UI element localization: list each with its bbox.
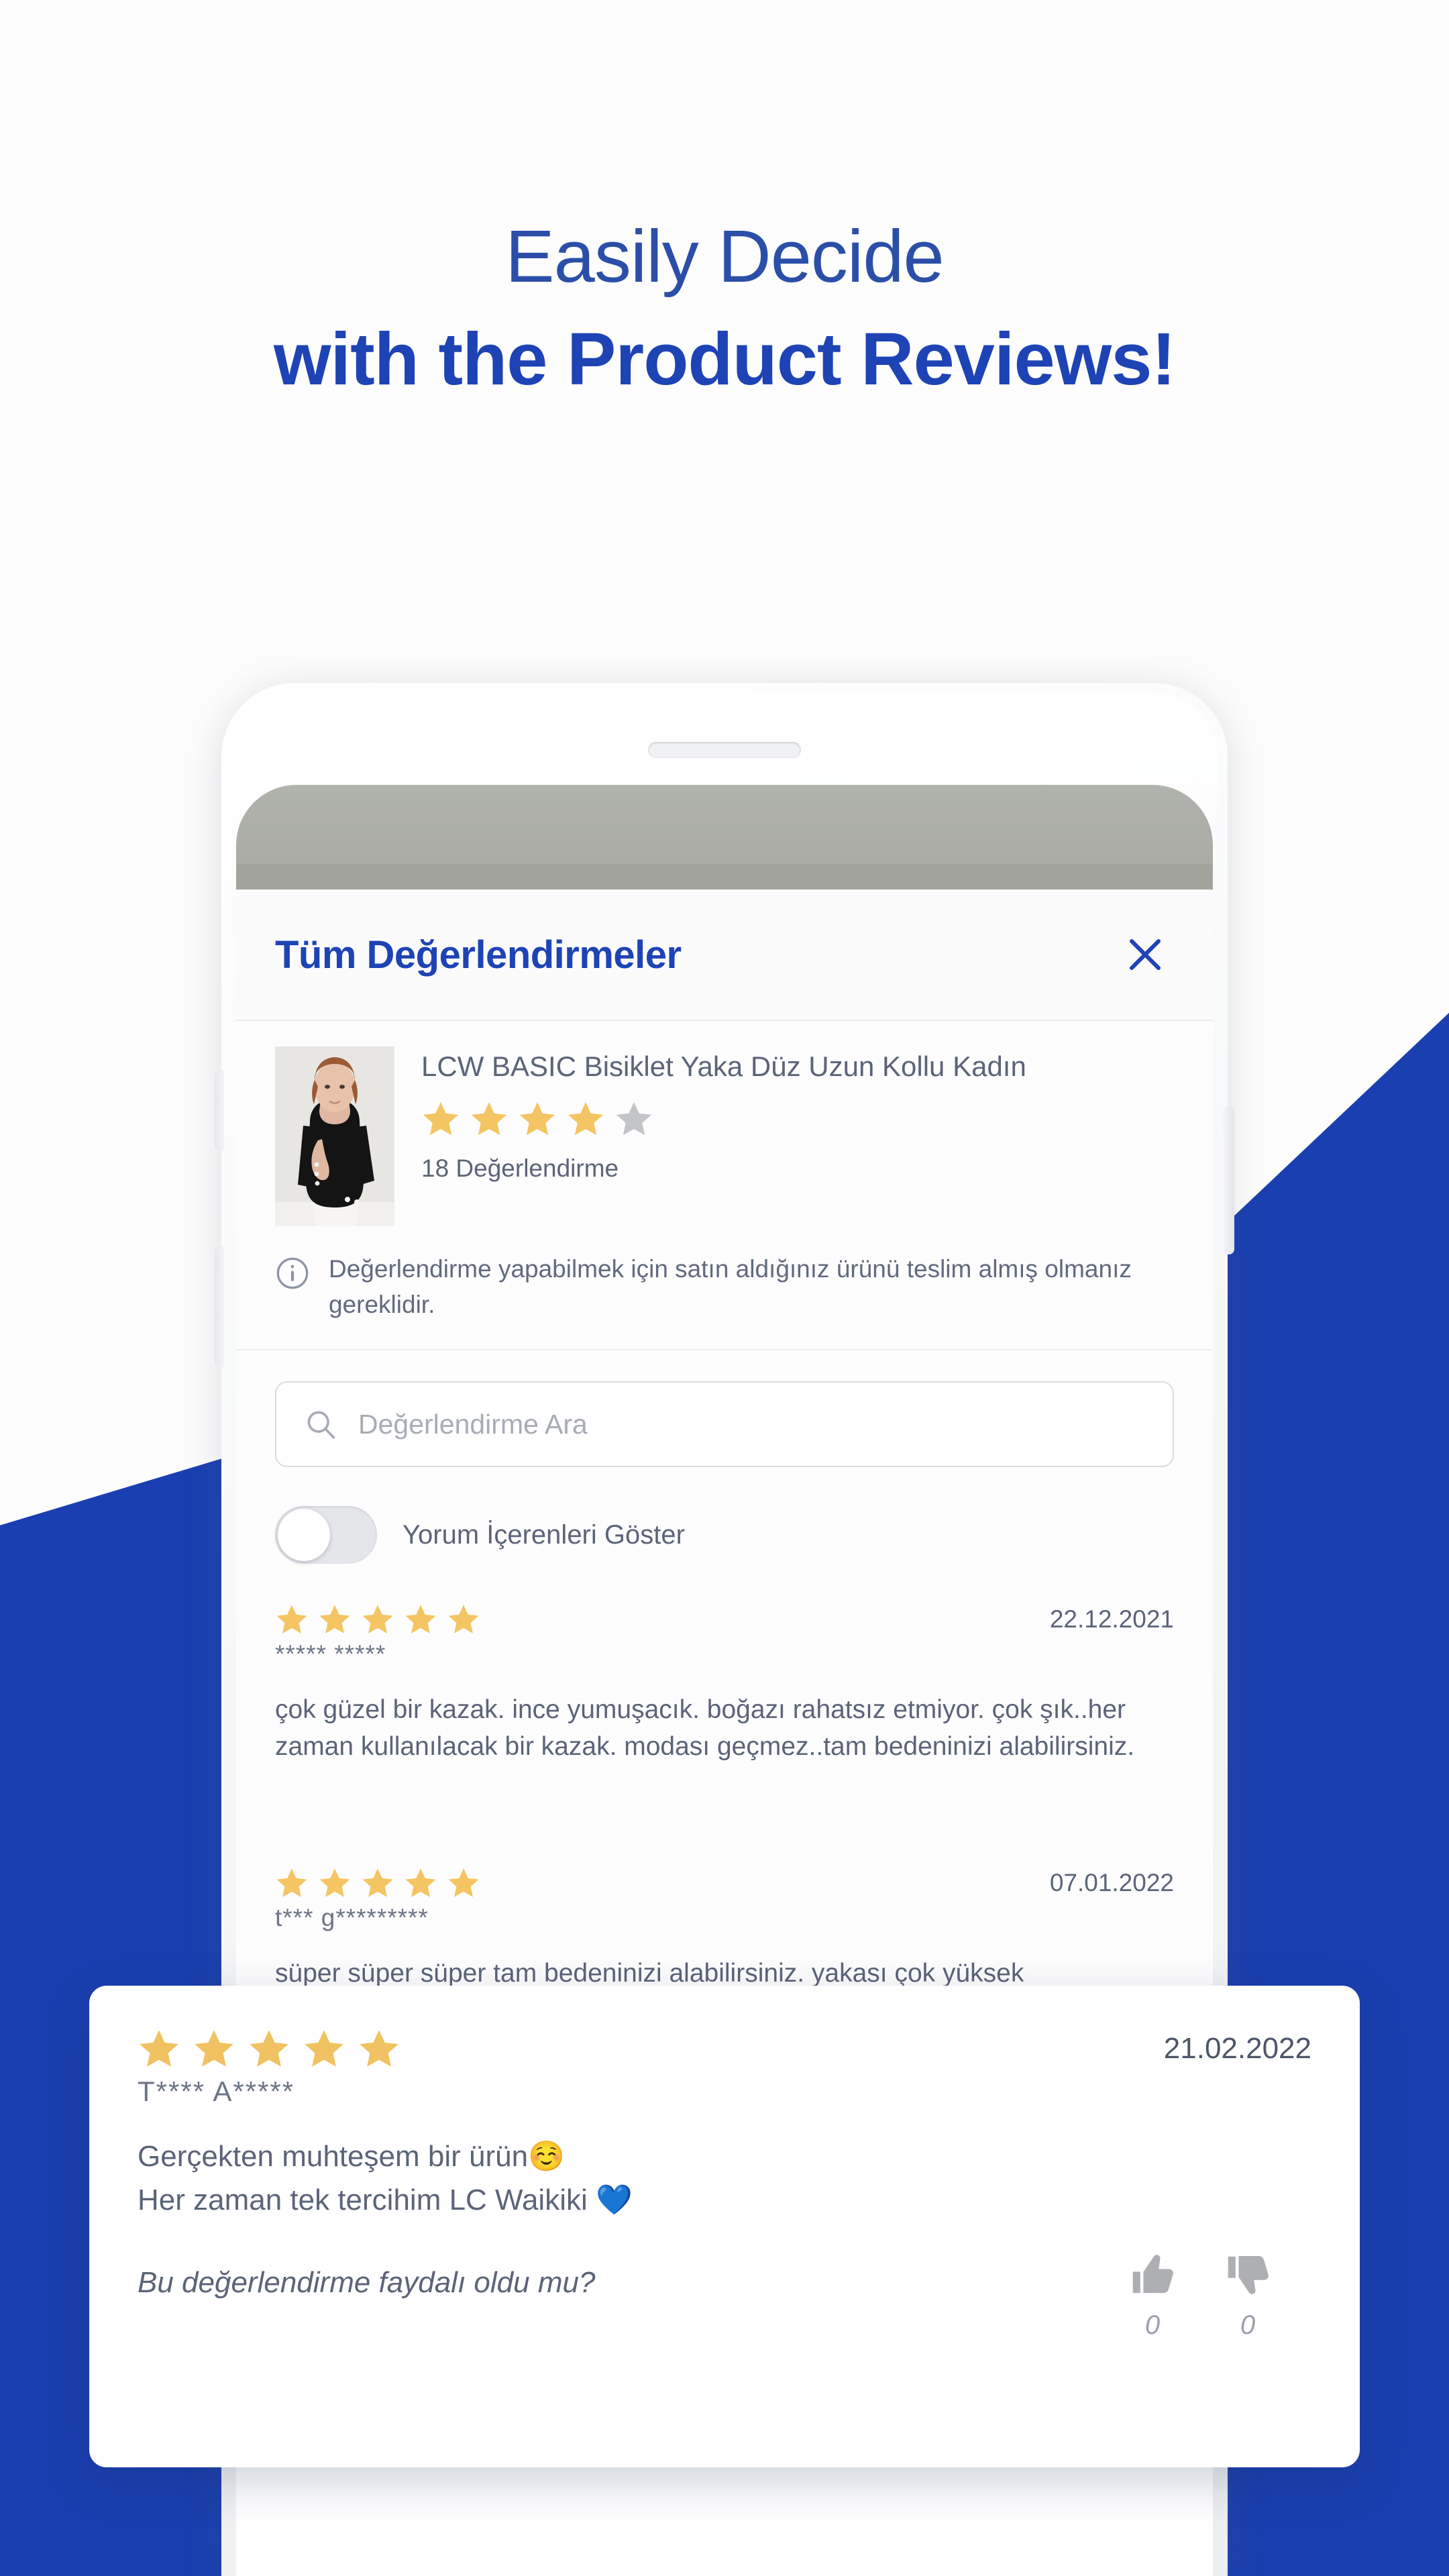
star-icon-filled xyxy=(405,1868,436,1897)
star-icon-filled xyxy=(423,1102,459,1135)
promo-headline: Easily Decide with the Product Reviews! xyxy=(0,215,1449,402)
review-date: 07.01.2022 xyxy=(1049,1868,1174,1896)
star-icon-filled xyxy=(519,1102,555,1135)
search-input[interactable]: Değerlendirme Ara xyxy=(275,1381,1174,1468)
close-icon xyxy=(1130,939,1161,970)
review-count-label: 18 Değerlendirme xyxy=(421,1154,619,1182)
phone-speaker-grille xyxy=(648,742,801,758)
star-icon-filled xyxy=(319,1605,350,1633)
toggle-label: Yorum İçerenleri Göster xyxy=(402,1519,685,1550)
review-eligibility-notice: Değerlendirme yapabilmek için satın aldı… xyxy=(236,1246,1213,1349)
notice-text: Değerlendirme yapabilmek için satın aldı… xyxy=(329,1255,1132,1318)
review-item: 22.12.2021 ***** ***** çok güzel bir kaz… xyxy=(236,1564,1213,1766)
highlighted-review-line-2: Her zaman tek tercihim LC Waikiki 💙 xyxy=(138,2184,633,2217)
page-title: Tüm Değerlendirmeler xyxy=(275,932,682,977)
thumbs-up-icon xyxy=(1132,2255,1173,2294)
star-icon-filled xyxy=(276,1605,307,1633)
thumbs-down-button[interactable]: 0 xyxy=(1223,2250,1273,2341)
phone-power-button[interactable] xyxy=(1224,1107,1234,1254)
highlighted-review-author: T**** A***** xyxy=(138,2076,295,2107)
star-icon-filled xyxy=(195,2030,233,2067)
close-button[interactable] xyxy=(1115,924,1175,985)
highlighted-review-header: 21.02.2022 xyxy=(138,2027,1311,2070)
review-rating-stars xyxy=(275,1866,480,1900)
thumbs-down-count: 0 xyxy=(1240,2310,1256,2341)
highlighted-review-line-1: Gerçekten muhteşem bir ürün☺️ xyxy=(138,2140,565,2173)
promo-screenshot: Easily Decide with the Product Reviews! … xyxy=(0,0,1449,2576)
product-name: LCW BASIC Bisiklet Yaka Düz Uzun Kollu K… xyxy=(421,1051,1026,1082)
headline-line-2: with the Product Reviews! xyxy=(273,317,1176,400)
review-header: 07.01.2022 xyxy=(275,1866,1174,1900)
star-icon-filled xyxy=(305,2030,343,2067)
highlighted-review-text: Gerçekten muhteşem bir ürün☺️ Her zaman … xyxy=(138,2135,1311,2222)
star-icon-filled xyxy=(250,2030,288,2067)
product-info: LCW BASIC Bisiklet Yaka Düz Uzun Kollu K… xyxy=(421,1046,1175,1226)
product-thumbnail[interactable] xyxy=(275,1046,394,1226)
star-icon-filled xyxy=(362,1868,393,1897)
highlighted-review-stars xyxy=(138,2027,400,2070)
review-author: ***** ***** xyxy=(275,1640,386,1668)
review-date: 22.12.2021 xyxy=(1049,1605,1174,1633)
toggle-knob xyxy=(278,1509,330,1562)
highlighted-review-footer: Bu değerlendirme faydalı oldu mu? 0 0 xyxy=(138,2250,1311,2341)
review-author: t*** g********* xyxy=(275,1903,429,1931)
search-placeholder: Değerlendirme Ara xyxy=(358,1408,588,1440)
vote-controls: 0 0 xyxy=(1128,2250,1311,2341)
star-icon-filled xyxy=(360,2030,398,2067)
highlighted-review-date: 21.02.2022 xyxy=(1163,2032,1311,2065)
star-icon-filled xyxy=(276,1868,307,1897)
product-image xyxy=(275,1046,394,1226)
product-rating-stars xyxy=(421,1099,1175,1138)
review-text: çok güzel bir kazak. ince yumuşacık. boğ… xyxy=(275,1695,1135,1762)
modal-header: Tüm Değerlendirmeler xyxy=(236,890,1213,1021)
star-icon-filled xyxy=(140,2030,178,2067)
screen-body: LCW BASIC Bisiklet Yaka Düz Uzun Kollu K… xyxy=(236,1021,1213,1992)
star-icon-filled xyxy=(568,1102,604,1135)
review-header: 22.12.2021 xyxy=(275,1603,1174,1636)
star-icon-filled xyxy=(448,1868,479,1897)
info-icon xyxy=(276,1257,309,1289)
star-icon-filled xyxy=(448,1605,479,1633)
star-icon-filled xyxy=(405,1605,436,1633)
review-rating-stars xyxy=(275,1603,480,1636)
star-icon-filled xyxy=(362,1605,393,1633)
search-icon xyxy=(307,1411,335,1439)
thumbs-down-icon xyxy=(1228,2256,1269,2294)
comment-filter-toggle-row[interactable]: Yorum İçerenleri Göster xyxy=(236,1467,1213,1564)
search-section: Değerlendirme Ara xyxy=(236,1350,1213,1468)
thumbs-up-button[interactable]: 0 xyxy=(1128,2250,1177,2341)
headline-line-1: Easily Decide xyxy=(505,215,944,298)
product-summary[interactable]: LCW BASIC Bisiklet Yaka Düz Uzun Kollu K… xyxy=(236,1021,1213,1246)
star-icon-filled xyxy=(319,1868,350,1897)
highlighted-review-card: 21.02.2022 T**** A***** Gerçekten muhteş… xyxy=(89,1986,1360,2467)
helpful-question: Bu değerlendirme faydalı oldu mu? xyxy=(138,2266,596,2300)
comment-filter-toggle[interactable] xyxy=(275,1506,377,1564)
phone-volume-up-button[interactable] xyxy=(215,1071,224,1151)
star-icon-filled xyxy=(471,1102,507,1135)
phone-volume-down-button[interactable] xyxy=(215,1246,224,1367)
star-icon-empty xyxy=(616,1102,652,1135)
review-item: 07.01.2022 t*** g********* süper süper s… xyxy=(236,1766,1213,1992)
thumbs-up-count: 0 xyxy=(1144,2310,1161,2341)
